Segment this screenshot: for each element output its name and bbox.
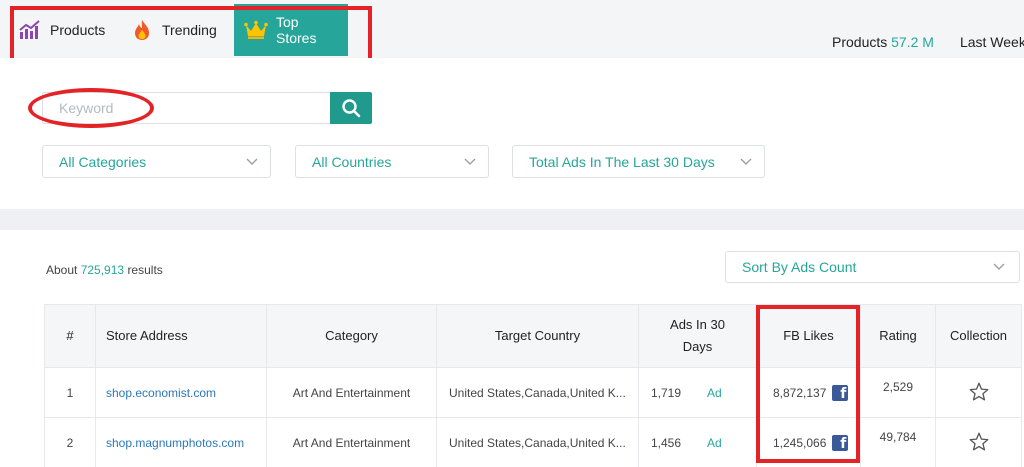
chevron-down-icon	[740, 158, 752, 166]
ads-cell: 1,719 Ad	[638, 367, 757, 418]
ads-range-select[interactable]: Total Ads In The Last 30 Days	[512, 145, 765, 178]
ads-cell: 1,456 Ad	[638, 417, 757, 467]
header-collection: Collection	[935, 304, 1022, 368]
stats-bar: Products 57.2 M Last Week	[832, 34, 1024, 50]
table-header-row: # Store Address Category Target Country …	[44, 304, 1022, 368]
header-fb-likes: FB Likes	[756, 304, 861, 368]
row-num: 1	[44, 367, 96, 418]
products-stat: Products 57.2 M	[832, 34, 934, 50]
tab-products-label: Products	[50, 22, 106, 38]
search-button[interactable]	[330, 92, 372, 124]
country-cell: United States,Canada,United K...	[436, 417, 639, 467]
stores-table: # Store Address Category Target Country …	[44, 304, 1022, 467]
store-cell: shop.economist.com	[95, 367, 267, 418]
tab-top-stores[interactable]: Top Stores	[234, 4, 348, 56]
fb-likes-count: 8,872,137	[773, 385, 827, 400]
tab-top-stores-label: Top Stores	[276, 14, 317, 46]
search-icon	[341, 98, 361, 118]
collection-cell	[935, 367, 1022, 418]
country-select[interactable]: All Countries	[295, 145, 489, 178]
facebook-icon[interactable]: f	[832, 384, 849, 401]
country-select-value: All Countries	[312, 153, 392, 170]
filter-panel: All Categories All Countries Total Ads I…	[0, 58, 1024, 209]
store-link[interactable]: shop.economist.com	[106, 386, 216, 400]
category-cell: Art And Entertainment	[266, 417, 437, 467]
category-select-value: All Categories	[59, 153, 147, 170]
chevron-down-icon	[464, 158, 476, 166]
sort-select-value: Sort By Ads Count	[742, 259, 857, 275]
last-week-stat[interactable]: Last Week	[960, 34, 1024, 50]
sort-select[interactable]: Sort By Ads Count	[725, 251, 1020, 283]
country-cell: United States,Canada,United K...	[436, 367, 639, 418]
rating-cell: 2,529	[860, 367, 936, 418]
crown-icon	[244, 18, 268, 42]
ads-count: 1,719	[651, 385, 682, 400]
store-link[interactable]: shop.magnumphotos.com	[106, 436, 244, 450]
star-icon[interactable]	[969, 382, 989, 401]
category-cell: Art And Entertainment	[266, 367, 437, 418]
search-bar	[42, 92, 372, 124]
collection-cell	[935, 417, 1022, 467]
fb-likes-cell: 8,872,137 f	[756, 367, 861, 418]
ad-link[interactable]: Ad	[707, 436, 722, 450]
ad-link[interactable]: Ad	[707, 386, 722, 400]
chevron-down-icon	[246, 158, 258, 166]
tab-group: Products Trending Top Stores	[12, 4, 348, 56]
top-nav-bar: Products Trending Top Stores Products 57…	[0, 0, 1024, 58]
facebook-icon[interactable]: f	[832, 434, 849, 451]
flame-icon	[130, 18, 154, 42]
row-num: 2	[44, 417, 96, 467]
header-store: Store Address	[95, 304, 267, 368]
header-rating: Rating	[860, 304, 936, 368]
bar-chart-icon	[18, 18, 42, 42]
table-row: 2 shop.magnumphotos.com Art And Entertai…	[44, 417, 1022, 467]
ads-count: 1,456	[651, 435, 682, 450]
star-icon[interactable]	[969, 432, 989, 451]
rating-cell: 49,784	[860, 417, 936, 467]
header-num: #	[44, 304, 96, 368]
results-panel: About 725,913 results Sort By Ads Count …	[0, 230, 1024, 467]
results-count-value: 725,913	[80, 263, 125, 277]
results-count: About 725,913 results	[46, 263, 163, 277]
results-prefix: About	[46, 263, 78, 277]
tab-products[interactable]: Products	[12, 4, 124, 56]
search-input[interactable]	[42, 92, 330, 124]
header-category: Category	[266, 304, 437, 368]
tab-trending-label: Trending	[162, 22, 217, 38]
products-stat-value: 57.2 M	[891, 34, 934, 50]
header-country: Target Country	[436, 304, 639, 368]
category-select[interactable]: All Categories	[42, 145, 271, 178]
ads-range-select-value: Total Ads In The Last 30 Days	[529, 153, 715, 170]
tab-trending[interactable]: Trending	[124, 4, 234, 56]
fb-likes-cell: 1,245,066 f	[756, 417, 861, 467]
table-row: 1 shop.economist.com Art And Entertainme…	[44, 367, 1022, 418]
chevron-down-icon	[993, 263, 1005, 271]
fb-likes-count: 1,245,066	[773, 435, 827, 450]
results-suffix: results	[127, 263, 163, 277]
header-ads-label: Ads In 30 Days	[670, 317, 725, 354]
products-stat-label: Products	[832, 34, 888, 50]
store-cell: shop.magnumphotos.com	[95, 417, 267, 467]
header-ads: Ads In 30 Days	[638, 304, 757, 368]
